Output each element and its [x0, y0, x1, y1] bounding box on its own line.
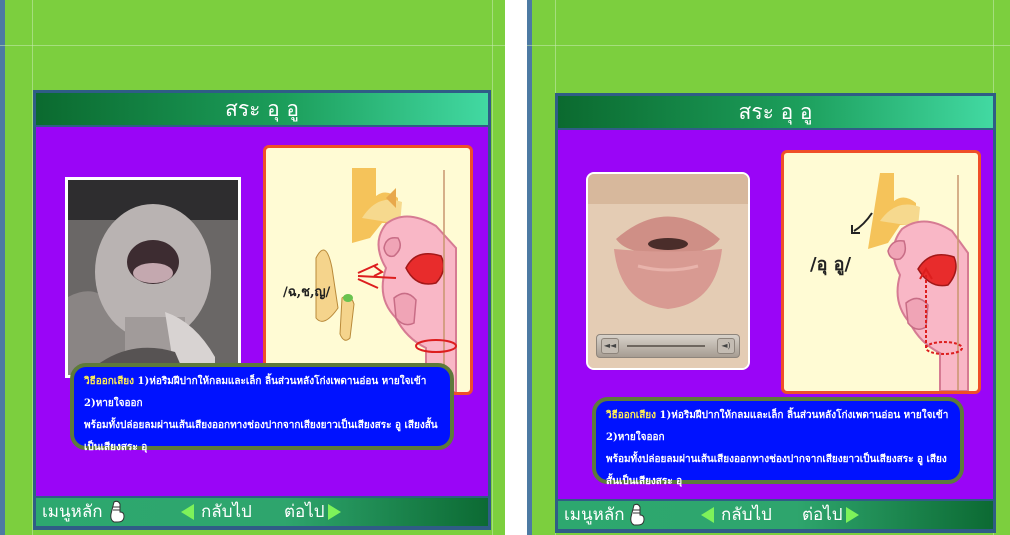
pronunciation-description: วิธีออกเสียง 1)ห่อริมฝีปากให้กลมและเล็ก … — [592, 397, 964, 487]
right-arrow-icon — [846, 507, 859, 523]
video-seek-bar[interactable] — [627, 345, 705, 347]
guide-line — [0, 45, 505, 46]
lesson-screen-right: สระ อุ อู ◄◄ ◄) /อุ อู/ วิธีออกเสียง 1)ห… — [527, 0, 1010, 535]
left-arrow-icon — [701, 507, 714, 523]
next-label: ต่อไป — [802, 505, 843, 525]
left-arrow-icon — [181, 504, 194, 520]
video-controls: ◄◄ ◄) — [596, 334, 740, 358]
main-menu-button[interactable]: เมนูหลัก — [42, 498, 103, 526]
main-menu-label: เมนูหลัก — [42, 502, 103, 522]
back-label: กลับไป — [201, 502, 252, 522]
hand-pointer-icon — [630, 503, 645, 526]
guide-line — [527, 45, 1010, 46]
lesson-screen-left: สระ อุ อู /ฉ,ช,ญ/ วิธีออกเสียง 1)ห่อริมฝ… — [0, 0, 505, 535]
window-edge — [0, 0, 5, 535]
description-text-1: 1)ห่อริมฝีปากให้กลมและเล็ก ลิ้นส่วนหลังโ… — [84, 376, 427, 409]
volume-icon[interactable]: ◄) — [717, 338, 735, 354]
description-text-1: 1)ห่อริมฝีปากให้กลมและเล็ก ลิ้นส่วนหลังโ… — [606, 410, 949, 443]
description-label: วิธีออกเสียง — [84, 376, 135, 387]
lesson-panel: สระ อุ อู /ฉ,ช,ญ/ วิธีออกเสียง 1)ห่อริมฝ… — [33, 90, 491, 530]
page-title: สระ อุ อู — [36, 93, 488, 125]
lesson-content: /ฉ,ช,ญ/ วิธีออกเสียง 1)ห่อริมฝีปากให้กลม… — [36, 127, 488, 496]
next-button[interactable]: ต่อไป — [284, 498, 354, 526]
open-mouth-photo-image — [68, 180, 238, 377]
articulation-diagram: /ฉ,ช,ญ/ — [263, 145, 473, 395]
main-menu-button[interactable]: เมนูหลัก — [564, 501, 625, 529]
guide-line — [492, 0, 493, 535]
description-line-2: พร้อมทั้งปล่อยลมผ่านเส้นเสียงออกทางช่องป… — [84, 420, 438, 453]
description-line-1: วิธีออกเสียง 1)ห่อริมฝีปากให้กลมและเล็ก … — [606, 405, 950, 449]
lips-video[interactable]: ◄◄ ◄) — [586, 172, 750, 370]
next-label: ต่อไป — [284, 502, 325, 522]
back-button[interactable]: กลับไป — [181, 498, 256, 526]
mouth-cross-section-diagram — [315, 168, 457, 393]
lesson-panel: สระ อุ อู ◄◄ ◄) /อุ อู/ วิธีออกเสียง 1)ห… — [555, 93, 996, 533]
window-edge — [527, 0, 532, 535]
hand-pointer-icon — [110, 500, 125, 523]
right-arrow-icon — [328, 504, 341, 520]
navigation-bar: เมนูหลัก กลับไป ต่อไป — [36, 498, 488, 526]
lesson-content: ◄◄ ◄) /อุ อู/ วิธีออกเสียง 1)ห่อริมฝีปาก… — [558, 130, 993, 499]
description-label: วิธีออกเสียง — [606, 410, 657, 421]
page-title: สระ อุ อู — [558, 96, 993, 128]
back-button[interactable]: กลับไป — [701, 501, 776, 529]
back-label: กลับไป — [721, 505, 772, 525]
play-button[interactable]: ◄◄ — [601, 338, 619, 354]
main-menu-label: เมนูหลัก — [564, 505, 625, 525]
pronunciation-description: วิธีออกเสียง 1)ห่อริมฝีปากให้กลมและเล็ก … — [70, 363, 454, 453]
description-line-2: พร้อมทั้งปล่อยลมผ่านเส้นเสียงออกทางช่องป… — [606, 454, 947, 487]
diagram-label: /ฉ,ช,ญ/ — [283, 285, 331, 300]
articulation-diagram: /อุ อู/ — [781, 150, 981, 394]
open-mouth-photo — [65, 177, 241, 378]
diagram-label: /อุ อู/ — [810, 254, 852, 275]
description-line-1: วิธีออกเสียง 1)ห่อริมฝีปากให้กลมและเล็ก … — [84, 371, 440, 415]
navigation-bar: เมนูหลัก กลับไป ต่อไป — [558, 501, 993, 529]
next-button[interactable]: ต่อไป — [802, 501, 872, 529]
